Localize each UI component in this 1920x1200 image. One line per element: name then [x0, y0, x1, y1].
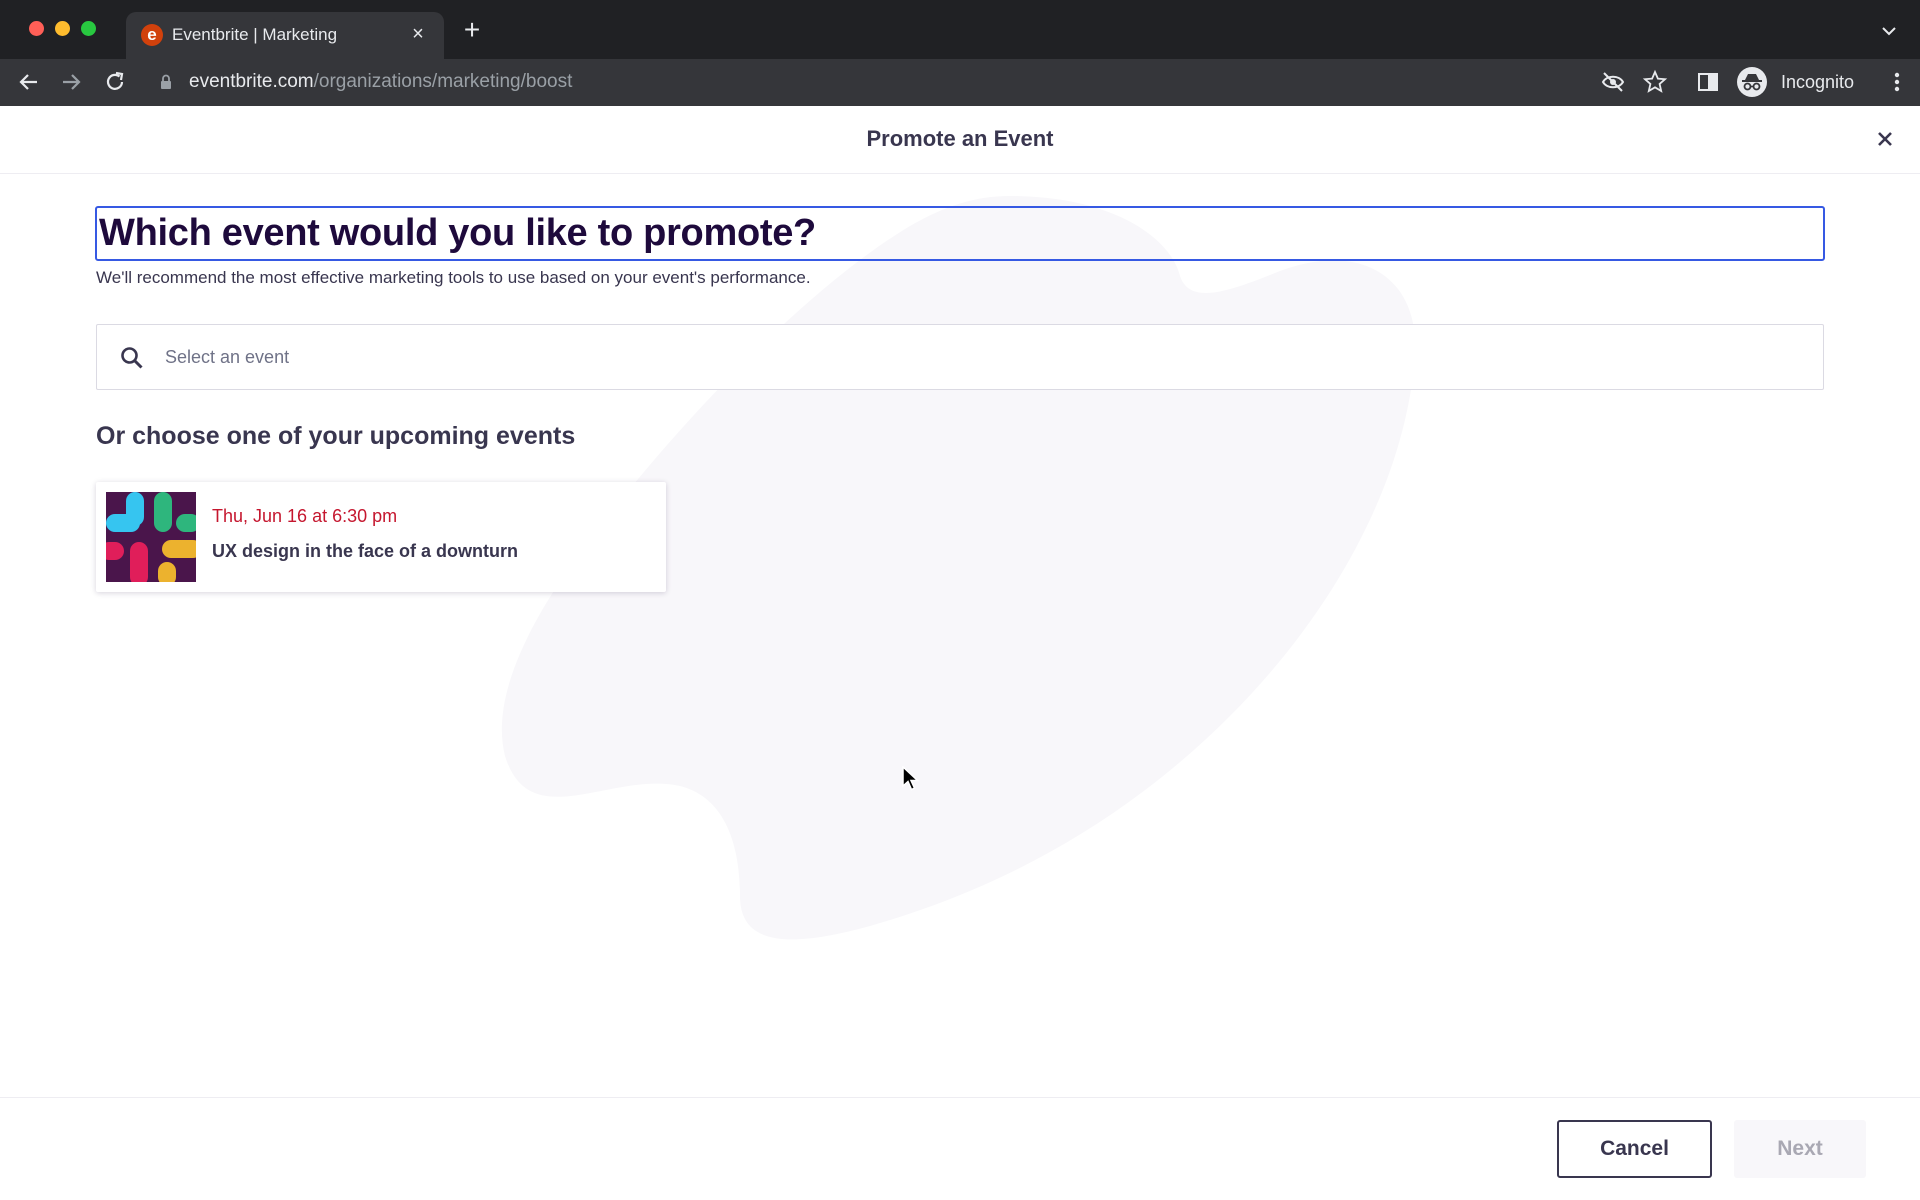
modal-title: Promote an Event — [866, 126, 1054, 151]
minimize-window-button[interactable] — [55, 21, 70, 36]
upcoming-events-title: Or choose one of your upcoming events — [96, 422, 576, 450]
modal-footer: Cancel Next — [0, 1097, 1920, 1200]
maximize-window-button[interactable] — [81, 21, 96, 36]
incognito-label: Incognito — [1781, 71, 1855, 92]
event-name: UX design in the face of a downturn — [212, 541, 519, 561]
tab-close-icon[interactable]: × — [408, 24, 428, 44]
incognito-profile-button[interactable]: Incognito — [1737, 63, 1854, 101]
browser-toolbar: eventbrite.com/organizations/marketing/b… — [0, 59, 1920, 106]
browser-tab-bar: e Eventbrite | Marketing × + — [0, 0, 1920, 59]
mouse-cursor-icon — [902, 766, 920, 791]
new-tab-button[interactable]: + — [460, 16, 484, 44]
star-icon[interactable] — [1642, 69, 1668, 95]
eventbrite-favicon-icon: e — [141, 24, 163, 46]
close-window-button[interactable] — [29, 21, 44, 36]
forward-icon[interactable] — [58, 69, 84, 95]
lock-icon — [161, 74, 171, 89]
url-text: eventbrite.com/organizations/marketing/b… — [189, 71, 572, 93]
address-bar[interactable]: eventbrite.com/organizations/marketing/b… — [146, 63, 1846, 101]
slack-logo-image — [106, 492, 196, 582]
tab-search-chevron-icon[interactable] — [1880, 22, 1898, 40]
browser-tab[interactable]: e Eventbrite | Marketing × — [126, 12, 444, 59]
event-search-input[interactable] — [165, 341, 1765, 373]
event-date: Thu, Jun 16 at 6:30 pm — [212, 506, 398, 526]
url-domain: eventbrite.com — [189, 71, 314, 92]
side-panel-icon[interactable] — [1695, 69, 1721, 95]
event-search-box[interactable] — [96, 324, 1824, 390]
back-icon[interactable] — [16, 69, 42, 95]
close-icon[interactable] — [1872, 126, 1898, 152]
page-subheading: We'll recommend the most effective marke… — [96, 268, 811, 287]
modal-header: Promote an Event — [0, 106, 1920, 174]
eye-off-icon[interactable] — [1600, 69, 1626, 95]
url-path: /organizations/marketing/boost — [313, 71, 573, 92]
search-icon — [121, 347, 143, 369]
event-thumbnail — [106, 492, 196, 582]
more-icon[interactable] — [1894, 71, 1900, 93]
reload-icon[interactable] — [102, 69, 128, 95]
event-card[interactable]: Thu, Jun 16 at 6:30 pm UX design in the … — [96, 482, 666, 592]
incognito-icon — [1737, 67, 1767, 97]
page-heading: Which event would you like to promote? — [95, 206, 1825, 261]
promote-event-modal: Promote an Event Which event would you l… — [0, 106, 1920, 1200]
tab-title: Eventbrite | Marketing — [172, 25, 338, 44]
cancel-button[interactable]: Cancel — [1557, 1120, 1712, 1178]
next-button[interactable]: Next — [1734, 1120, 1866, 1178]
